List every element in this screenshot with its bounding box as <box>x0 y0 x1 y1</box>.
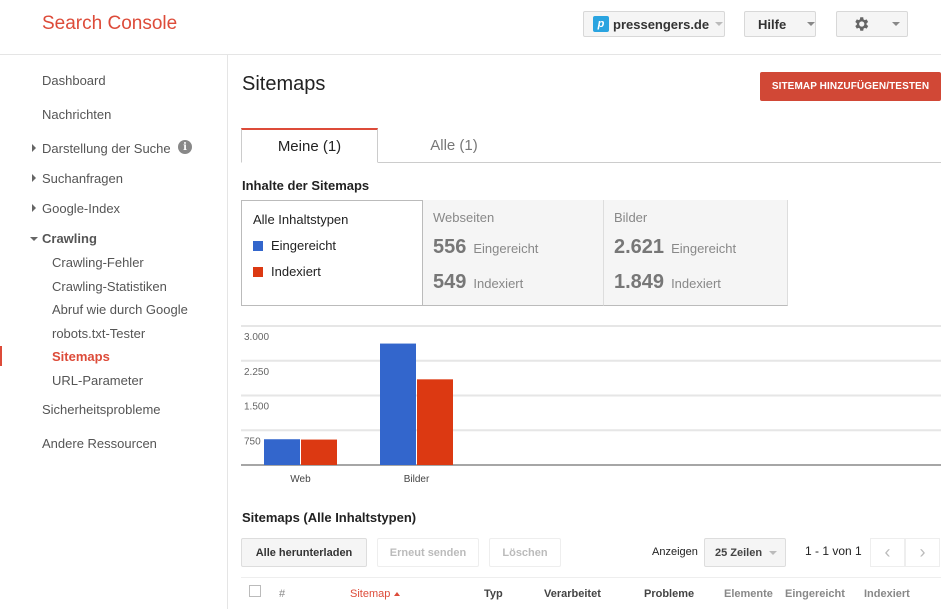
sidebar-item-url-parameter[interactable]: URL-Parameter <box>52 373 143 388</box>
chevron-down-icon <box>892 22 900 26</box>
sidebar-item-sitemaps[interactable]: Sitemaps <box>52 349 110 364</box>
legend-label: Indexiert <box>271 264 321 279</box>
stat-title: Webseiten <box>433 210 495 225</box>
y-tick-label: 2.250 <box>244 367 269 378</box>
legend-item-submitted: Eingereicht <box>253 238 336 253</box>
sidebar-item-abruf[interactable]: Abruf wie durch Google <box>52 302 188 317</box>
bar-indexiert-bilder <box>417 379 453 465</box>
table-heading: Sitemaps (Alle Inhaltstypen) <box>242 510 417 525</box>
col-header-label: Sitemap <box>350 588 391 600</box>
legend-title: Alle Inhaltstypen <box>253 212 349 227</box>
help-button[interactable]: Hilfe <box>744 11 816 37</box>
expand-arrow-icon[interactable] <box>32 174 36 182</box>
x-tick-label: Web <box>290 474 311 485</box>
stat-card-bilder[interactable]: Bilder 2.621 Eingereicht 1.849 Indexiert <box>603 200 788 306</box>
y-tick-label: 750 <box>244 436 261 447</box>
stat-value: 2.621 <box>614 236 665 258</box>
col-header-number: # <box>279 588 286 600</box>
legend-all-types[interactable]: Alle Inhaltstypen Eingereicht Indexiert <box>241 200 422 306</box>
app-logo[interactable]: Search Console <box>42 13 177 35</box>
stat-title: Bilder <box>614 210 648 225</box>
tab-meine[interactable]: Meine (1) <box>241 128 378 163</box>
collapse-arrow-icon[interactable] <box>30 237 38 241</box>
legend-item-indexed: Indexiert <box>253 264 321 279</box>
stat-row-submitted: 556 Eingereicht <box>433 236 538 259</box>
bar-eingereicht-web <box>264 439 300 465</box>
sidebar-item-dashboard[interactable]: Dashboard <box>42 73 106 88</box>
active-indicator <box>0 346 2 366</box>
chevron-down-icon <box>807 22 816 26</box>
legend-swatch-blue <box>253 240 263 251</box>
sidebar-item-andere[interactable]: Andere Ressourcen <box>42 436 157 451</box>
info-icon[interactable]: i <box>178 140 192 154</box>
sidebar-item-suchanfragen[interactable]: Suchanfragen <box>42 171 123 186</box>
delete-button[interactable]: Löschen <box>489 538 561 567</box>
sidebar-divider <box>227 54 228 609</box>
next-page-button[interactable]: › <box>905 538 940 567</box>
chevron-down-icon <box>715 22 724 26</box>
contents-heading: Inhalte der Sitemaps <box>242 178 370 193</box>
y-tick-label: 3.000 <box>244 332 269 343</box>
sidebar-item-crawling-statistiken[interactable]: Crawling-Statistiken <box>52 279 167 294</box>
stat-card-webseiten[interactable]: Webseiten 556 Eingereicht 549 Indexiert <box>422 200 603 306</box>
stat-row-submitted: 2.621 Eingereicht <box>614 236 736 259</box>
bar-indexiert-web <box>301 439 337 465</box>
sidebar-item-sicherheit[interactable]: Sicherheitsprobleme <box>42 402 161 417</box>
x-tick-label: Bilder <box>404 474 430 485</box>
stat-label: Eingereicht <box>671 241 737 256</box>
rows-select-value: 25 Zeilen <box>715 546 763 559</box>
header-divider <box>0 54 941 55</box>
col-header-eingereicht: Eingereicht <box>785 588 845 600</box>
legend-swatch-red <box>253 266 263 277</box>
stat-label: Eingereicht <box>473 241 539 256</box>
stats-panel: Alle Inhaltstypen Eingereicht Indexiert … <box>241 200 788 306</box>
table-divider <box>241 577 941 578</box>
stat-row-indexed: 549 Indexiert <box>433 271 523 294</box>
pagination-info: 1 - 1 von 1 <box>805 544 862 558</box>
help-label: Hilfe <box>758 16 787 32</box>
stat-value: 556 <box>433 236 467 258</box>
tab-alle[interactable]: Alle (1) <box>390 128 518 163</box>
gear-icon <box>855 17 869 31</box>
prev-page-button[interactable]: ‹ <box>870 538 905 567</box>
sidebar-item-nachrichten[interactable]: Nachrichten <box>42 107 111 122</box>
expand-arrow-icon[interactable] <box>32 204 36 212</box>
chevron-down-icon <box>769 550 778 555</box>
select-all-checkbox[interactable] <box>249 585 261 597</box>
sort-asc-icon <box>394 592 401 596</box>
legend-label: Eingereicht <box>271 238 337 253</box>
col-header-verarbeitet[interactable]: Verarbeitet <box>544 588 601 600</box>
sitemap-bar-chart: 750 1.500 2.250 3.000 Web Bilder <box>241 325 941 485</box>
settings-button[interactable] <box>836 11 908 37</box>
stat-label: Indexiert <box>473 276 524 291</box>
stat-value: 1.849 <box>614 271 665 293</box>
expand-arrow-icon[interactable] <box>32 144 36 152</box>
site-favicon-icon: p <box>593 16 609 32</box>
col-header-indexiert: Indexiert <box>864 588 910 600</box>
page-title: Sitemaps <box>242 73 326 95</box>
add-sitemap-button[interactable]: SITEMAP HINZUFÜGEN/TESTEN <box>760 72 941 101</box>
col-header-elemente: Elemente <box>724 588 773 600</box>
download-all-button[interactable]: Alle herunterladen <box>241 538 367 567</box>
col-header-probleme[interactable]: Probleme <box>644 588 694 600</box>
chevron-right-icon: › <box>919 542 926 562</box>
stat-label: Indexiert <box>671 276 721 291</box>
site-selector[interactable]: p pressengers.de <box>583 11 725 37</box>
sidebar-item-crawling[interactable]: Crawling <box>42 231 97 246</box>
show-label: Anzeigen <box>652 546 698 558</box>
resend-button[interactable]: Erneut senden <box>377 538 479 567</box>
bar-eingereicht-bilder <box>380 343 416 465</box>
rows-per-page-select[interactable]: 25 Zeilen <box>704 538 786 567</box>
chevron-left-icon: ‹ <box>884 542 891 562</box>
site-selector-label: pressengers.de <box>613 16 710 32</box>
stat-row-indexed: 1.849 Indexiert <box>614 271 721 294</box>
col-header-sitemap[interactable]: Sitemap <box>350 588 401 600</box>
stat-value: 549 <box>433 271 467 293</box>
col-header-typ[interactable]: Typ <box>484 588 503 600</box>
sidebar-item-crawling-fehler[interactable]: Crawling-Fehler <box>52 255 144 270</box>
sidebar-item-google-index[interactable]: Google-Index <box>42 201 120 216</box>
sidebar-item-robots-tester[interactable]: robots.txt-Tester <box>52 326 145 341</box>
y-tick-label: 1.500 <box>244 402 269 413</box>
sidebar-item-darstellung[interactable]: Darstellung der Suche <box>42 141 171 156</box>
